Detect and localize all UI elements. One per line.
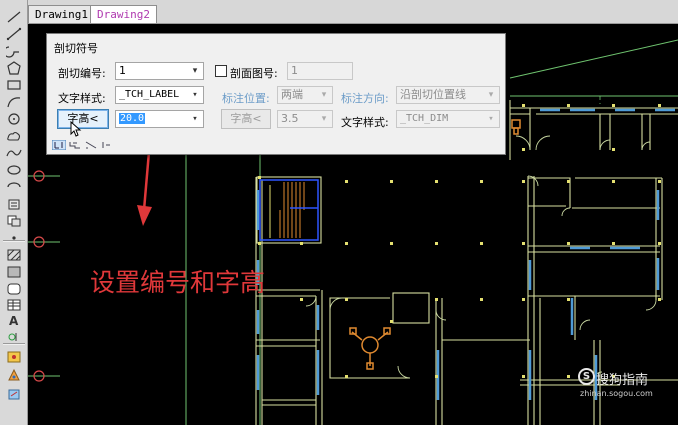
table-icon[interactable] [6,298,22,312]
section-view-label: 剖面图号: [230,67,278,80]
tutorial-caption: 设置编号和字高 [90,268,266,297]
mark-direction-label: 标注方向: [341,92,389,105]
watermark-text: 搜狗指南 [596,373,649,388]
point-icon[interactable] [6,231,22,245]
chevron-down-icon[interactable]: ▾ [319,87,329,103]
tab-drawing1[interactable]: Drawing1 [28,5,95,23]
chevron-down-icon[interactable]: ▾ [486,87,496,103]
section-view-checkbox[interactable] [215,65,227,77]
document-tab-bar: Drawing1 Drawing2 [0,0,678,24]
mark-position-combo[interactable]: 两端 ▾ [277,86,333,104]
chevron-down-icon[interactable]: ▾ [190,63,200,79]
mark-direction-combo[interactable]: 沿剖切位置线 ▾ [396,86,500,104]
dim-text-style-value: _TCH_DIM [400,113,449,124]
text-style-value: _TCH_LABEL [119,89,180,100]
mark-position-label: 标注位置: [222,92,270,105]
tianzheng-c-icon[interactable] [6,387,22,401]
sogou-watermark: S 搜狗指南 zhinan.sogou.com [578,367,678,407]
make-block-icon[interactable] [6,214,22,228]
section-number-label: 剖切编号: [58,67,106,80]
dim-text-style-label: 文字样式: [341,116,389,129]
polygon-icon[interactable] [6,61,22,75]
dim-char-height-button[interactable]: 字高< [221,109,271,129]
section-mode-step-icon[interactable] [68,140,82,150]
arc2-icon[interactable] [6,95,22,109]
ellipse-icon[interactable] [6,163,22,177]
region-icon[interactable] [6,282,22,296]
ellipse-arc-icon[interactable] [6,180,22,194]
tianzheng-a-icon[interactable] [6,350,22,364]
insert-block-icon[interactable] [6,197,22,211]
chevron-down-icon[interactable]: ▾ [190,87,200,103]
text-style-label: 文字样式: [58,92,106,105]
char-height-combo[interactable]: 20.0 ▾ [115,110,204,128]
polyline-icon[interactable] [6,27,22,41]
chevron-down-icon[interactable]: ▾ [190,111,200,127]
section-mode-straight-icon[interactable] [52,140,66,150]
section-number-combo[interactable]: 1 ▾ [115,62,204,80]
tianzheng-b-icon[interactable] [6,368,22,382]
dialog-title: 剖切符号 [54,42,98,55]
dim-text-style-combo[interactable]: _TCH_DIM ▾ [396,110,500,128]
section-number-value: 1 [119,64,126,77]
dim-char-height-combo[interactable]: 3.5 ▾ [277,110,333,128]
hatch-icon[interactable] [6,248,22,262]
line-icon[interactable] [6,10,22,24]
mark-position-value: 两端 [281,88,303,101]
chevron-down-icon[interactable]: ▾ [319,111,329,127]
toolbar-separator [3,240,25,242]
add-selected-icon[interactable] [6,330,22,344]
char-height-value: 20.0 [119,113,146,124]
tab-drawing2[interactable]: Drawing2 [90,5,157,23]
char-height-button[interactable]: 字高< [57,109,109,129]
arc-icon[interactable] [6,44,22,58]
section-symbol-dialog: 剖切符号 剖切编号: 1 ▾ 剖面图号: 1 文字样式: _TCH_LABEL … [46,33,506,155]
draw-toolbar: A [0,0,28,425]
mark-direction-value: 沿剖切位置线 [400,88,466,101]
text-icon[interactable]: A [6,313,22,327]
watermark-url: zhinan.sogou.com [580,389,653,398]
revision-cloud-icon[interactable] [6,129,22,143]
sogou-logo-icon: S [578,368,595,385]
section-view-number-field[interactable]: 1 [287,62,353,80]
toolbar-separator [3,343,25,345]
mouse-cursor-icon [70,121,82,137]
circle-icon[interactable] [6,112,22,126]
chevron-down-icon[interactable]: ▾ [486,111,496,127]
dim-char-height-value: 3.5 [281,112,299,125]
rectangle-icon[interactable] [6,78,22,92]
cad-window: Drawing1 Drawing2 A 剖切符号 剖切编号: 1 ▾ 剖面图号:… [0,0,678,425]
spline-icon[interactable] [6,146,22,160]
section-view-number-value: 1 [291,64,298,77]
section-mode-broken-icon[interactable] [100,140,114,150]
gradient-icon[interactable] [6,265,22,279]
svg-text:A: A [9,314,19,327]
text-style-combo[interactable]: _TCH_LABEL ▾ [115,86,204,104]
section-mode-nonorthogonal-icon[interactable] [84,140,98,150]
